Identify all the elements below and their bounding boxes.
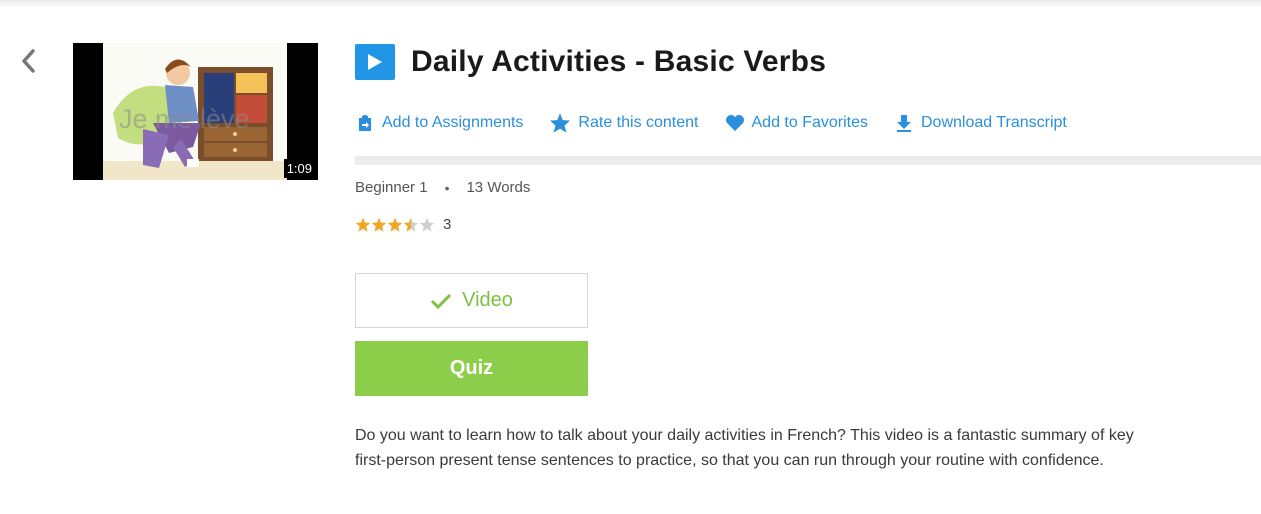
rating-star bbox=[387, 217, 403, 232]
heart-icon bbox=[725, 115, 744, 131]
action-links: Add to Assignments Rate this content Add… bbox=[355, 111, 1093, 135]
video-button[interactable]: Video bbox=[355, 273, 588, 328]
checkmark-icon bbox=[431, 293, 452, 309]
level-label: Beginner 1 bbox=[355, 179, 428, 196]
play-icon bbox=[355, 44, 395, 80]
content-meta: Beginner 1 • 13 Words bbox=[355, 179, 530, 196]
rating-star bbox=[419, 217, 435, 232]
download-icon bbox=[897, 115, 911, 132]
svg-text:Je me lève: Je me lève bbox=[119, 104, 250, 134]
rating-star bbox=[403, 217, 419, 232]
add-to-favorites-label: Add to Favorites bbox=[751, 114, 869, 131]
add-to-assignments-link[interactable]: Add to Assignments bbox=[355, 113, 523, 133]
add-to-assignments-label: Add to Assignments bbox=[382, 114, 524, 131]
download-transcript-label: Download Transcript bbox=[921, 114, 1067, 131]
separator-dot: • bbox=[444, 179, 450, 196]
rate-content-label: Rate this content bbox=[578, 114, 699, 131]
star-icon bbox=[550, 113, 571, 133]
rating-star bbox=[371, 217, 387, 232]
progress-bar bbox=[355, 156, 1261, 165]
add-to-favorites-link[interactable]: Add to Favorites bbox=[725, 114, 869, 132]
rating-star bbox=[355, 217, 371, 232]
download-transcript-link[interactable]: Download Transcript bbox=[894, 113, 1067, 133]
video-button-label: Video bbox=[462, 289, 513, 311]
top-shadow-bar bbox=[0, 0, 1261, 8]
assignment-icon bbox=[359, 115, 371, 131]
rating-stars bbox=[355, 217, 435, 232]
rate-content-link[interactable]: Rate this content bbox=[549, 112, 699, 134]
video-duration: 1:09 bbox=[283, 159, 315, 178]
title-row: Daily Activities - Basic Verbs bbox=[355, 42, 826, 82]
quiz-button[interactable]: Quiz bbox=[355, 341, 588, 396]
page-title: Daily Activities - Basic Verbs bbox=[411, 45, 827, 78]
chevron-left-icon bbox=[22, 49, 35, 73]
rating-count: 3 bbox=[443, 216, 452, 233]
video-thumbnail[interactable]: Je me lève 1:09 bbox=[73, 43, 318, 180]
word-count: 13 Words bbox=[466, 179, 531, 196]
back-button[interactable] bbox=[14, 45, 42, 77]
thumbnail-illustration: Je me lève bbox=[73, 43, 318, 180]
quiz-button-label: Quiz bbox=[449, 357, 494, 379]
description: Do you want to learn how to talk about y… bbox=[355, 427, 1134, 469]
star-rating[interactable]: 3 bbox=[355, 216, 451, 233]
